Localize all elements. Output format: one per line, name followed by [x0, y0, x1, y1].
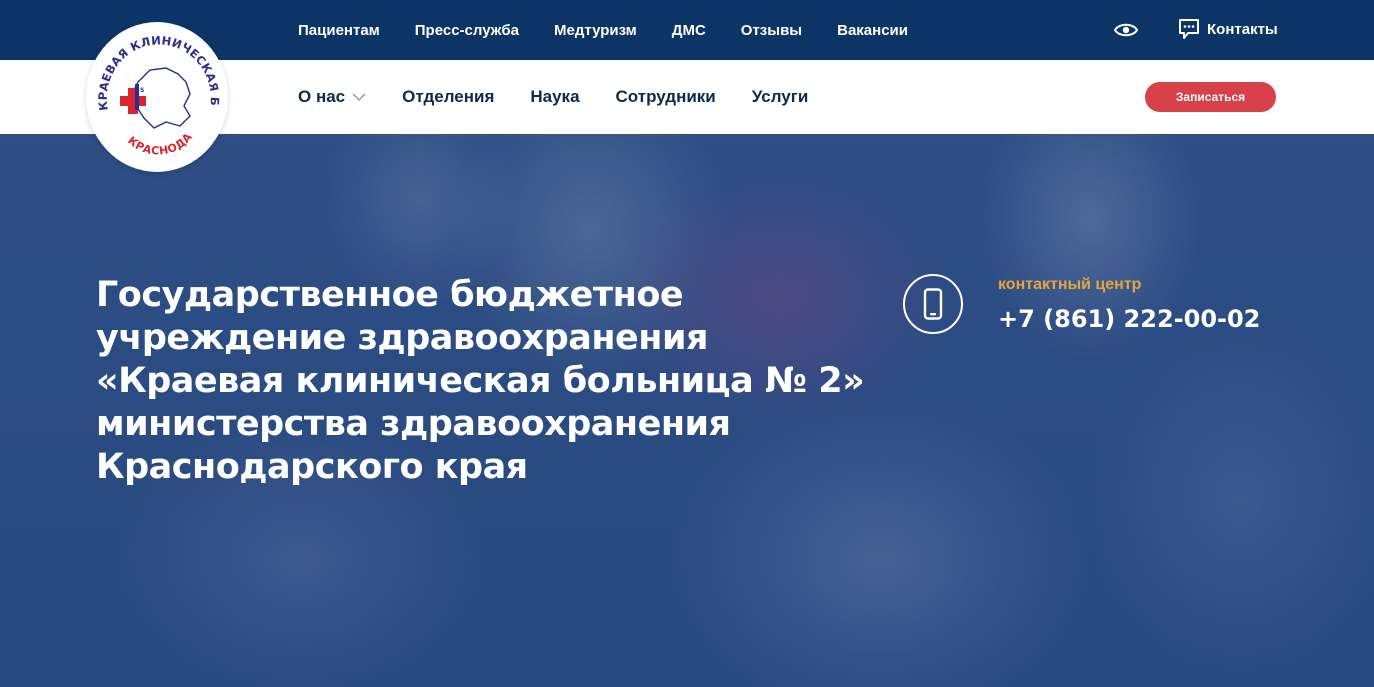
- page: Пациентам Пресс-служба Медтуризм ДМС Отз…: [0, 0, 1374, 687]
- phone-button[interactable]: [903, 274, 963, 334]
- contacts-label: Контакты: [1207, 20, 1278, 38]
- svg-text:S: S: [140, 87, 144, 94]
- title-line: министерства здравоохранения: [96, 404, 731, 444]
- signup-button[interactable]: Записаться: [1145, 82, 1276, 112]
- top-nav-patients[interactable]: Пациентам: [298, 22, 380, 39]
- main-nav-departments[interactable]: Отделения: [402, 87, 494, 107]
- top-nav-reviews[interactable]: Отзывы: [741, 22, 802, 39]
- title-line: учреждение здравоохранения: [96, 318, 708, 358]
- logo-arc-text: КРАЕВАЯ КЛИНИЧЕСКАЯ БОЛЬНИЦА №2: [79, 11, 222, 111]
- top-nav: Пациентам Пресс-служба Медтуризм ДМС Отз…: [298, 0, 943, 60]
- chevron-down-icon: [352, 93, 366, 102]
- contact-phone-number[interactable]: +7 (861) 222-00-02: [998, 305, 1260, 333]
- title-line: Государственное бюджетное: [96, 275, 684, 315]
- title-line: Краснодарского края: [96, 447, 528, 487]
- main-nav-about[interactable]: О нас: [298, 87, 366, 107]
- svg-text:КРАЕВАЯ КЛИНИЧЕСКАЯ БОЛЬНИЦА №: КРАЕВАЯ КЛИНИЧЕСКАЯ БОЛЬНИЦА №2: [86, 22, 222, 111]
- main-nav-science[interactable]: Наука: [530, 87, 579, 107]
- main-nav-about-label: О нас: [298, 87, 346, 106]
- top-nav-vacancies[interactable]: Вакансии: [837, 22, 908, 39]
- top-nav-press[interactable]: Пресс-служба: [415, 22, 519, 39]
- mobile-phone-icon: [923, 288, 943, 320]
- title-line: «Краевая клиническая больница № 2»: [96, 361, 865, 401]
- main-nav-services[interactable]: Услуги: [752, 87, 809, 107]
- contacts-link[interactable]: Контакты: [1178, 18, 1278, 40]
- top-nav-medtourism[interactable]: Медтуризм: [554, 22, 637, 39]
- chat-bubble-icon: [1178, 18, 1200, 40]
- contact-center-label: контактный центр: [998, 276, 1142, 293]
- top-nav-dms[interactable]: ДМС: [672, 22, 706, 39]
- main-nav: О нас Отделения Наука Сотрудники Услуги: [298, 60, 844, 134]
- page-title: Государственное бюджетное учреждение здр…: [96, 274, 896, 489]
- main-nav-staff[interactable]: Сотрудники: [616, 87, 716, 107]
- hospital-logo[interactable]: КРАЕВАЯ КЛИНИЧЕСКАЯ БОЛЬНИЦА №2 S КРАСНО…: [79, 11, 228, 172]
- eye-icon[interactable]: [1113, 21, 1139, 39]
